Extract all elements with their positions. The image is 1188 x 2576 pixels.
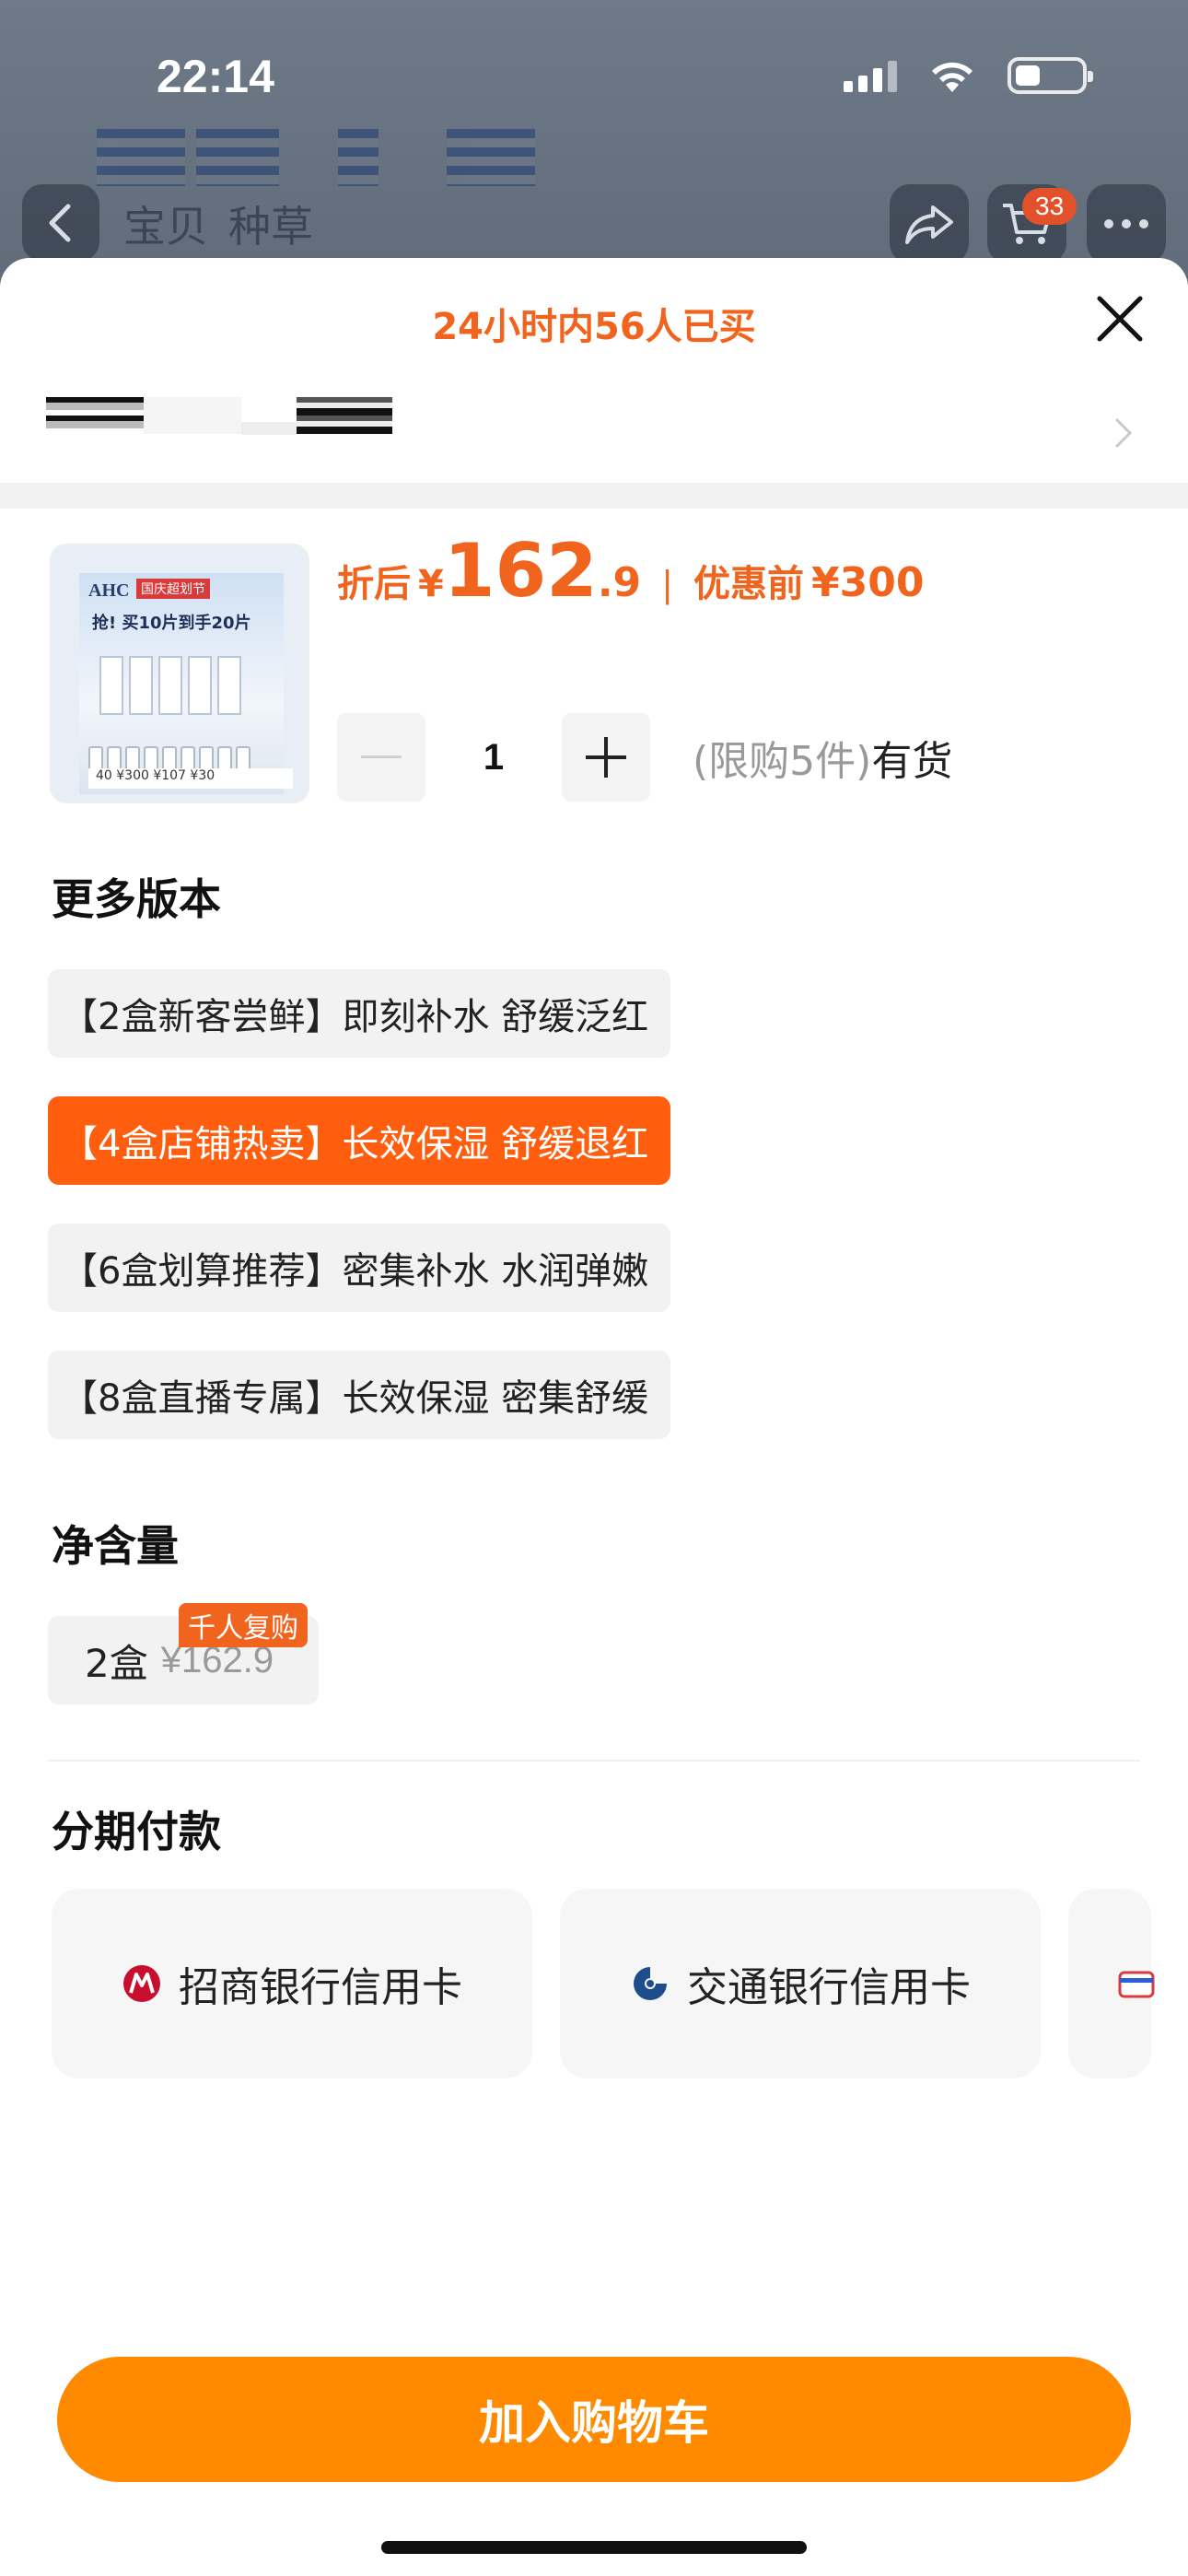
share-icon bbox=[905, 205, 953, 244]
more-button[interactable] bbox=[1087, 184, 1166, 263]
product-boxes-image bbox=[99, 656, 241, 715]
blurred-store-logo bbox=[97, 129, 535, 186]
version-option-selected[interactable]: 【4盒店铺热卖】长效保湿 舒缓退红 bbox=[48, 1096, 671, 1185]
thumbnail-brand: AHC bbox=[88, 580, 130, 601]
bank-option-bocom[interactable]: 交通银行信用卡 bbox=[560, 1889, 1041, 2078]
original-price-value: ¥300 bbox=[811, 559, 925, 606]
net-content-title: 净含量 bbox=[52, 1521, 179, 1571]
bank-option-cmb[interactable]: 招商银行信用卡 bbox=[52, 1889, 532, 2078]
discount-label: 折后 bbox=[337, 563, 411, 605]
promo-row[interactable] bbox=[46, 396, 1142, 470]
stock-status: 有货 bbox=[871, 738, 953, 785]
share-button[interactable] bbox=[890, 184, 969, 263]
price-line: 折后 ¥ 162 .9 | 优惠前 ¥300 bbox=[337, 534, 924, 608]
price-currency: ¥ bbox=[418, 563, 444, 605]
increase-quantity-button[interactable] bbox=[562, 713, 650, 802]
cmb-bank-icon bbox=[122, 1963, 162, 2004]
version-option[interactable]: 【8盒直播专属】长效保湿 密集舒缓 bbox=[48, 1351, 671, 1439]
thumbnail-price-strip: 40 ¥300 ¥107 ¥30 bbox=[88, 768, 293, 789]
repurchase-badge: 千人复购 bbox=[179, 1603, 308, 1647]
thumbnail-headline: 抢! 买10片到手20片 bbox=[92, 614, 251, 633]
tab-item[interactable]: 宝贝 bbox=[123, 193, 208, 254]
bank-option-partial[interactable] bbox=[1068, 1889, 1155, 2078]
installment-icon bbox=[1118, 1963, 1155, 2004]
battery-icon bbox=[1007, 57, 1093, 94]
price-separator: | bbox=[661, 564, 673, 604]
cellular-signal-icon bbox=[844, 59, 897, 92]
product-thumbnail[interactable]: AHC 国庆超划节 抢! 买10片到手20片 40 ¥300 ¥107 ¥30 bbox=[50, 544, 309, 803]
status-bar: 22:14 bbox=[0, 0, 1188, 147]
wifi-icon bbox=[932, 62, 973, 92]
close-button[interactable] bbox=[1092, 291, 1147, 346]
back-button[interactable] bbox=[22, 184, 99, 262]
chevron-right-icon bbox=[1105, 413, 1142, 453]
original-price-label: 优惠前 bbox=[693, 563, 804, 605]
bocom-bank-icon bbox=[630, 1963, 670, 2004]
size-option-label: 2盒 bbox=[85, 1640, 148, 1686]
price-decimal: .9 bbox=[597, 559, 642, 606]
close-icon bbox=[1097, 296, 1143, 342]
plus-icon bbox=[586, 737, 626, 778]
tab-seeding[interactable]: 种草 bbox=[228, 193, 313, 254]
cart-count-badge: 33 bbox=[1022, 188, 1077, 225]
installments-title: 分期付款 bbox=[52, 1807, 221, 1856]
thumbnail-tag: 国庆超划节 bbox=[136, 579, 210, 599]
add-to-cart-button[interactable]: 加入购物车 bbox=[57, 2357, 1131, 2482]
version-option[interactable]: 【2盒新客尝鲜】即刻补水 舒缓泛红 bbox=[48, 969, 671, 1058]
purchase-limit-text: (限购5件) bbox=[693, 738, 872, 785]
blurred-promo-text bbox=[46, 396, 392, 435]
home-indicator bbox=[381, 2541, 807, 2554]
price-integer: 162 bbox=[443, 528, 598, 614]
nav-tabs: 宝贝 种草 bbox=[123, 193, 313, 254]
divider bbox=[48, 1760, 1140, 1762]
more-dots-icon bbox=[1104, 219, 1148, 228]
bank-name: 招商银行信用卡 bbox=[179, 1964, 462, 2011]
quantity-value[interactable]: 1 bbox=[425, 737, 562, 779]
quantity-stepper: 1 (限购5件) 有货 bbox=[337, 713, 952, 802]
sold-count-banner: 24小时内56人已买 bbox=[432, 306, 756, 348]
version-option[interactable]: 【6盒划算推荐】密集补水 水润弹嫩 bbox=[48, 1224, 671, 1312]
status-icons bbox=[844, 57, 1093, 94]
bank-name: 交通银行信用卡 bbox=[687, 1964, 971, 2011]
sku-selection-sheet: 24小时内56人已买 AHC 国庆超划节 抢! 买10片到手20片 40 ¥30… bbox=[0, 258, 1188, 2576]
chevron-left-icon bbox=[49, 204, 71, 242]
versions-title: 更多版本 bbox=[52, 874, 221, 924]
status-time: 22:14 bbox=[157, 51, 274, 102]
decrease-quantity-button[interactable] bbox=[337, 713, 425, 802]
minus-icon bbox=[361, 755, 402, 758]
section-divider bbox=[0, 483, 1188, 509]
